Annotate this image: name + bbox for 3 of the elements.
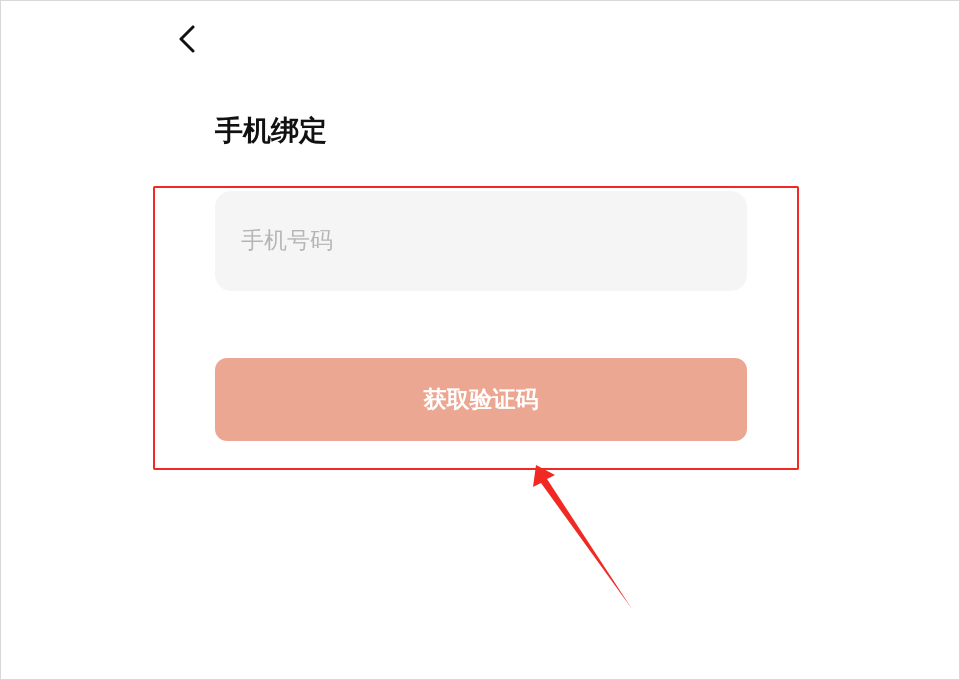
chevron-left-icon [178,24,196,54]
page-title: 手机绑定 [215,113,328,149]
phone-input-field[interactable]: 手机号码 [215,191,747,291]
